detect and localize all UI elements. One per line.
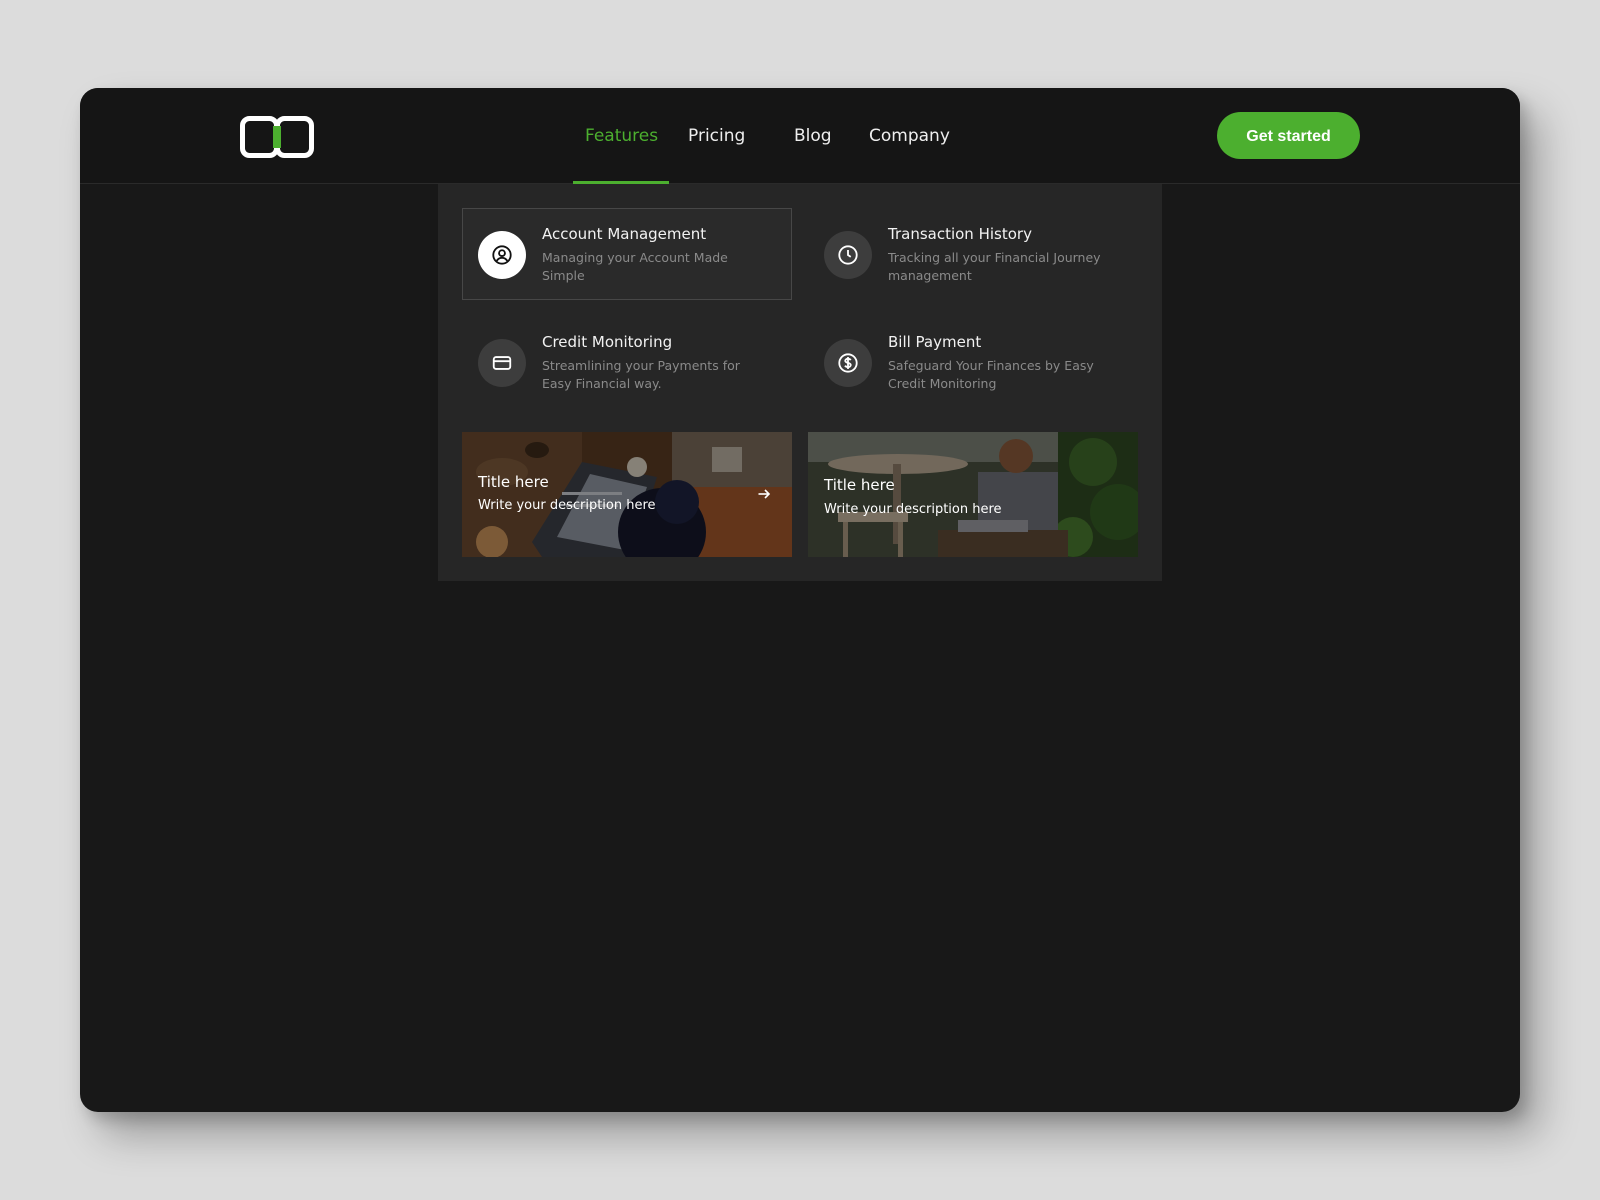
card-description: Write your description here <box>824 502 1002 517</box>
features-dropdown: Account Management Managing your Account… <box>438 184 1162 581</box>
feature-title: Account Management <box>542 225 707 243</box>
card-title: Title here <box>478 473 549 491</box>
feature-title: Credit Monitoring <box>542 333 673 351</box>
dollar-circle-icon <box>824 339 872 387</box>
browser-window: Features Pricing Blog Company Get starte… <box>80 88 1520 1112</box>
promo-card-2[interactable]: Title here Write your description here <box>808 432 1138 557</box>
feature-description: Safeguard Your Finances by Easy Credit M… <box>888 358 1094 391</box>
feature-bill-payment[interactable]: Bill Payment Safeguard Your Finances by … <box>808 316 1138 408</box>
card-description: Write your description here <box>478 498 656 513</box>
feature-transaction-history[interactable]: Transaction History Tracking all your Fi… <box>808 208 1138 300</box>
clock-icon <box>824 231 872 279</box>
nav-company[interactable]: Company <box>869 88 950 184</box>
nav-blog[interactable]: Blog <box>794 88 832 184</box>
credit-card-icon <box>478 339 526 387</box>
card-overlay <box>462 432 792 557</box>
get-started-button[interactable]: Get started <box>1217 112 1360 159</box>
promo-card-1[interactable]: Title here Write your description here <box>462 432 792 557</box>
site-header: Features Pricing Blog Company Get starte… <box>80 88 1520 184</box>
feature-title: Transaction History <box>888 225 1032 243</box>
feature-credit-monitoring[interactable]: Credit Monitoring Streamlining your Paym… <box>462 316 792 408</box>
arrow-right-icon[interactable] <box>756 486 772 502</box>
nav-pricing[interactable]: Pricing <box>688 88 745 184</box>
feature-description: Managing your Account Made Simple <box>542 250 728 283</box>
feature-description: Streamlining your Payments for Easy Fina… <box>542 358 740 391</box>
card-overlay <box>808 432 1138 557</box>
feature-description: Tracking all your Financial Journey mana… <box>888 250 1101 283</box>
nav-features[interactable]: Features <box>585 88 658 184</box>
feature-account-management[interactable]: Account Management Managing your Account… <box>462 208 792 300</box>
user-circle-icon <box>478 231 526 279</box>
feature-title: Bill Payment <box>888 333 982 351</box>
card-title: Title here <box>824 476 895 494</box>
